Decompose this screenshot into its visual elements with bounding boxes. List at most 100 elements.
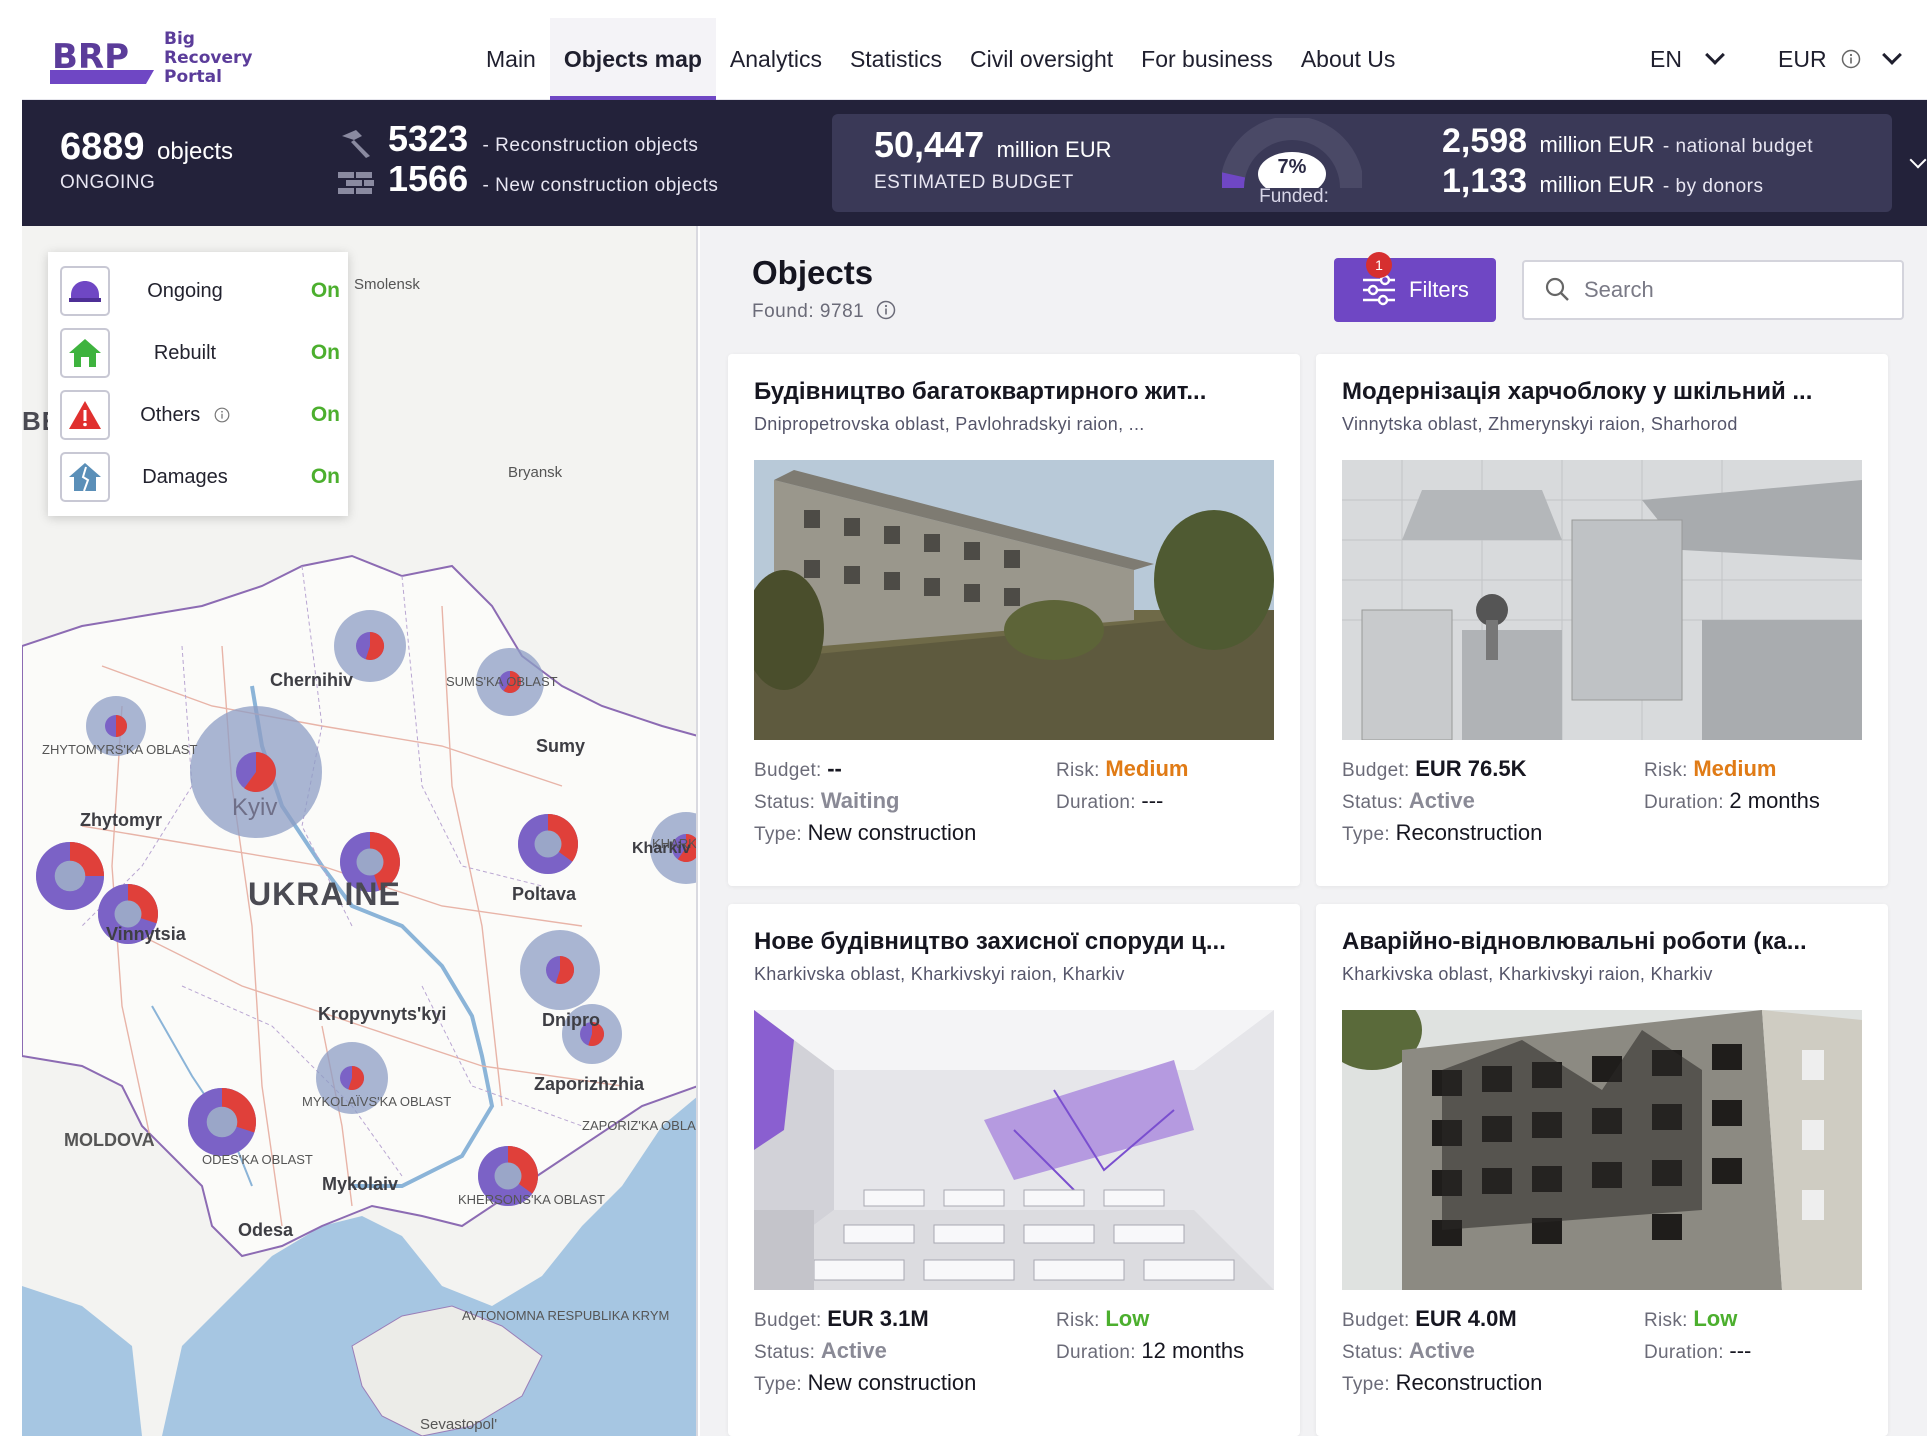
card-type: Type: Reconstruction xyxy=(1342,1370,1543,1395)
search-box[interactable] xyxy=(1522,260,1904,320)
map-cluster-center xyxy=(356,848,384,876)
hard-hat-icon xyxy=(60,266,110,316)
estimated-budget-label: ESTIMATED BUDGET xyxy=(874,172,1074,193)
national-budget-unit: million EUR xyxy=(1539,132,1655,157)
card-title[interactable]: Нове будівництво захисної споруди ц... xyxy=(754,928,1284,956)
ongoing-unit: objects xyxy=(157,138,234,165)
info-icon xyxy=(1841,49,1861,69)
map-cluster-center xyxy=(54,860,86,892)
card-type: Type: New construction xyxy=(754,1370,977,1395)
nav-for-business[interactable]: For business xyxy=(1127,18,1287,100)
brp-logo[interactable]: BRP Big Recovery Portal xyxy=(50,28,270,90)
nav-civil-oversight[interactable]: Civil oversight xyxy=(956,18,1127,100)
card-location: Kharkivska oblast, Kharkivskyi raion, Kh… xyxy=(754,964,1125,984)
map-label-poltava: Poltava xyxy=(512,884,577,904)
funded-percent: 7% xyxy=(1277,156,1307,178)
map-label-khersons-oblast: KHERSONS'KA OBLAST xyxy=(458,1192,605,1207)
nav-analytics[interactable]: Analytics xyxy=(716,18,836,100)
national-budget-stat: 2,598 million EUR - national budget xyxy=(1442,122,1813,161)
damaged-house-icon xyxy=(60,452,110,502)
card-risk: Risk: Medium xyxy=(1644,756,1777,781)
new-construction-stat: 1566 - New construction objects xyxy=(388,158,718,200)
object-card[interactable]: Модернізація харчоблоку у шкільний ... V… xyxy=(1316,354,1888,886)
donors-budget-unit: million EUR xyxy=(1539,172,1655,197)
legend-others-toggle[interactable]: On xyxy=(311,403,340,427)
card-status: Status: Waiting xyxy=(754,788,900,813)
svg-text:BRP: BRP xyxy=(52,37,129,77)
national-budget-label: - national budget xyxy=(1662,136,1813,157)
nav-main[interactable]: Main xyxy=(472,18,550,100)
card-type: Type: Reconstruction xyxy=(1342,820,1543,845)
legend-damages[interactable]: Damages On xyxy=(60,452,340,504)
search-input[interactable] xyxy=(1584,262,1884,318)
logo-line-1: Big xyxy=(164,29,195,49)
legend-damages-toggle[interactable]: On xyxy=(311,465,340,489)
logo-line-3: Portal xyxy=(164,67,222,87)
map-label-mykolaiv: Mykolaiv xyxy=(322,1174,399,1194)
legend-others-label: Others xyxy=(120,404,250,427)
donors-budget-value: 1,133 xyxy=(1442,162,1528,200)
map-label-moldova: MOLDOVA xyxy=(64,1130,155,1150)
map-label-vinnytsia: Vinnytsia xyxy=(106,924,186,944)
card-status: Status: Active xyxy=(1342,788,1475,813)
card-title[interactable]: Аварійно-відновлювальні роботи (ка... xyxy=(1342,928,1872,956)
filters-label: Filters xyxy=(1409,277,1469,302)
estimated-budget-stat: 50,447 million EUR xyxy=(874,124,1111,166)
hammer-icon xyxy=(342,130,370,158)
card-location: Kharkivska oblast, Kharkivskyi raion, Kh… xyxy=(1342,964,1713,984)
logo-line-2: Recovery xyxy=(164,48,253,68)
legend-rebuilt-label: Rebuilt xyxy=(153,342,217,364)
info-icon[interactable] xyxy=(876,300,896,320)
card-status: Status: Active xyxy=(1342,1338,1475,1363)
card-image-classroom xyxy=(754,1010,1274,1290)
filters-button[interactable]: 1 Filters xyxy=(1334,252,1496,322)
stats-bar: 6889 objects ONGOING 5323 - Reconstructi… xyxy=(22,100,1927,226)
map-label-kharkiv: Kharkiv xyxy=(632,840,691,857)
nav-objects-map[interactable]: Objects map xyxy=(549,18,716,101)
card-risk: Risk: Medium xyxy=(1056,756,1189,781)
map-label-bryansk: Bryansk xyxy=(508,464,563,481)
expand-chevron-icon[interactable] xyxy=(1909,151,1927,169)
nav-statistics[interactable]: Statistics xyxy=(836,18,956,100)
estimated-budget-unit: million EUR xyxy=(996,137,1112,162)
language-value: EN xyxy=(1650,45,1682,72)
search-icon xyxy=(1545,277,1569,301)
language-select[interactable]: EN xyxy=(1650,18,1725,100)
object-card[interactable]: Аварійно-відновлювальні роботи (ка... Kh… xyxy=(1316,904,1888,1436)
info-icon[interactable] xyxy=(214,407,230,423)
currency-select[interactable]: EUR xyxy=(1778,18,1902,100)
object-card[interactable]: Будівництво багатоквартирного жит... Dni… xyxy=(728,354,1300,886)
card-duration: Duration: 12 months xyxy=(1056,1338,1245,1363)
main-nav: Main Objects map Analytics Statistics Ci… xyxy=(472,18,1410,101)
legend-ongoing-label: Ongoing xyxy=(147,280,223,302)
ongoing-label: ONGOING xyxy=(60,172,156,193)
legend-ongoing-toggle[interactable]: On xyxy=(311,279,340,303)
object-card[interactable]: Нове будівництво захисної споруди ц... K… xyxy=(728,904,1300,1436)
card-title[interactable]: Будівництво багатоквартирного жит... xyxy=(754,378,1284,406)
legend-others[interactable]: Others On xyxy=(60,390,340,442)
legend-rebuilt-toggle[interactable]: On xyxy=(311,341,340,365)
funded-label: Funded: xyxy=(1259,186,1329,207)
legend-ongoing[interactable]: Ongoing On xyxy=(60,266,340,318)
map-label-zhytomyrs-oblast: ZHYTOMYRS'KA OBLAST xyxy=(42,742,198,757)
donors-budget-stat: 1,133 million EUR - by donors xyxy=(1442,162,1763,201)
card-title[interactable]: Модернізація харчоблоку у шкільний ... xyxy=(1342,378,1872,406)
nav-about-us[interactable]: About Us xyxy=(1287,18,1410,100)
bricks-icon xyxy=(338,172,374,194)
map-label-chernihiv: Chernihiv xyxy=(270,670,354,690)
reconstruction-stat: 5323 - Reconstruction objects xyxy=(388,118,698,160)
map-label-dnipro: Dnipro xyxy=(542,1010,600,1030)
card-status: Status: Active xyxy=(754,1338,887,1363)
map-label-zhytomyr: Zhytomyr xyxy=(80,810,163,830)
reconstruction-count: 5323 xyxy=(388,118,469,159)
card-type: Type: New construction xyxy=(754,820,977,845)
card-location: Dnipropetrovska oblast, Pavlohradskyi ra… xyxy=(754,414,1145,434)
card-budget: Budget: EUR 3.1M xyxy=(754,1306,929,1331)
legend-rebuilt[interactable]: Rebuilt On xyxy=(60,328,340,380)
card-risk: Risk: Low xyxy=(1056,1306,1150,1331)
card-risk: Risk: Low xyxy=(1644,1306,1738,1331)
map-legend: Ongoing On Rebuilt On Others On Damages xyxy=(48,252,348,516)
card-budget: Budget: EUR 76.5K xyxy=(1342,756,1527,781)
card-image-kitchen xyxy=(1342,460,1862,740)
logo-mark: BRP xyxy=(50,37,154,84)
